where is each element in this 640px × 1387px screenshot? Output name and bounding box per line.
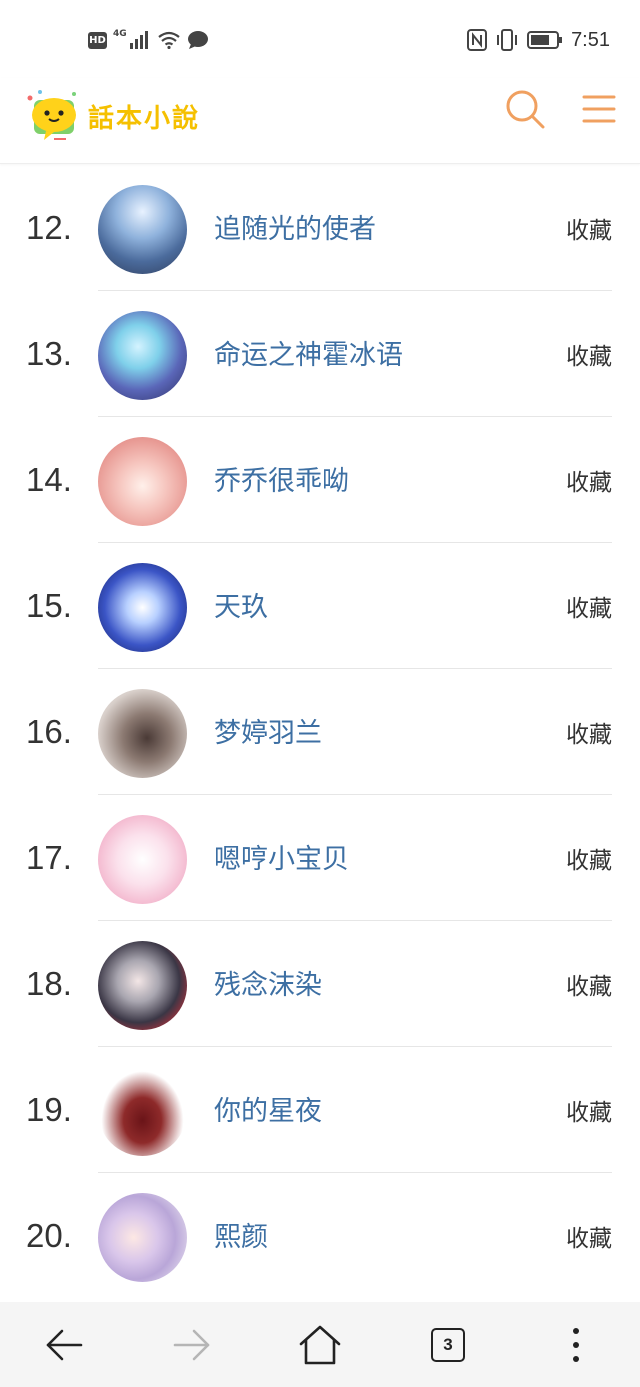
forward-button[interactable]: [169, 1322, 215, 1368]
favorite-button[interactable]: 收藏: [566, 1093, 612, 1127]
search-icon: [506, 90, 545, 129]
favorite-button[interactable]: 收藏: [566, 1219, 612, 1253]
ranking-list: 12. 追随光的使者 收藏 13. 命运之神霍冰语 收藏 14. 乔乔很乖呦 收…: [0, 165, 640, 1299]
user-name-link[interactable]: 天玖: [214, 585, 268, 624]
signal-icon: [129, 31, 148, 49]
rank-number: 12.: [26, 209, 72, 246]
tabs-icon: 3: [431, 1328, 465, 1362]
list-item[interactable]: 15. 天玖 收藏: [0, 543, 640, 669]
rank-number: 20.: [26, 1217, 72, 1254]
rank-number: 16.: [26, 713, 72, 750]
forward-arrow-icon: [173, 1329, 210, 1361]
avatar[interactable]: [98, 563, 187, 652]
user-name-link[interactable]: 追随光的使者: [214, 207, 376, 246]
network-type: 4G: [113, 29, 127, 39]
status-right: 7:51: [467, 26, 610, 54]
rank-number: 18.: [26, 965, 72, 1002]
more-vertical-icon: [573, 1328, 579, 1362]
chat-bubble-icon: [187, 31, 208, 49]
rank-number: 14.: [26, 461, 72, 498]
avatar[interactable]: [98, 1193, 187, 1282]
more-button[interactable]: [553, 1322, 599, 1368]
user-name-link[interactable]: 你的星夜: [214, 1089, 322, 1128]
app-header: 話本小說: [0, 78, 640, 164]
status-bar: HD 4G 7:51: [0, 0, 640, 78]
avatar[interactable]: [98, 941, 187, 1030]
rank-number: 19.: [26, 1091, 72, 1128]
list-item[interactable]: 14. 乔乔很乖呦 收藏: [0, 417, 640, 543]
list-item[interactable]: 19. 你的星夜 收藏: [0, 1047, 640, 1173]
list-item[interactable]: 16. 梦婷羽兰 收藏: [0, 669, 640, 795]
favorite-button[interactable]: 收藏: [566, 463, 612, 497]
rank-number: 15.: [26, 587, 72, 624]
favorite-button[interactable]: 收藏: [566, 715, 612, 749]
favorite-button[interactable]: 收藏: [566, 337, 612, 371]
battery-icon: [527, 31, 563, 49]
user-name-link[interactable]: 嗯哼小宝贝: [214, 837, 349, 876]
status-left: HD 4G: [88, 28, 209, 52]
user-name-link[interactable]: 熙颜: [214, 1215, 268, 1254]
nfc-icon: [467, 29, 488, 51]
list-item[interactable]: 20. 熙颜 收藏: [0, 1173, 640, 1299]
avatar[interactable]: [98, 1067, 187, 1156]
tabs-button[interactable]: 3: [425, 1322, 471, 1368]
avatar[interactable]: [98, 815, 187, 904]
avatar[interactable]: [98, 311, 187, 400]
logo-mascot-icon: [27, 90, 76, 140]
clock: 7:51: [571, 28, 610, 51]
favorite-button[interactable]: 收藏: [566, 967, 612, 1001]
hd-badge: HD: [88, 31, 107, 49]
list-item[interactable]: 17. 嗯哼小宝贝 收藏: [0, 795, 640, 921]
back-button[interactable]: [41, 1322, 87, 1368]
rank-number: 13.: [26, 335, 72, 372]
menu-icon: [582, 95, 616, 123]
list-item[interactable]: 18. 残念沫染 收藏: [0, 921, 640, 1047]
user-name-link[interactable]: 乔乔很乖呦: [214, 459, 349, 498]
wifi-icon: [157, 31, 180, 49]
browser-bottom-nav: 3: [0, 1302, 640, 1387]
home-icon: [299, 1325, 341, 1365]
favorite-button[interactable]: 收藏: [566, 589, 612, 623]
favorite-button[interactable]: 收藏: [566, 211, 612, 245]
vibrate-icon: [497, 29, 518, 51]
home-button[interactable]: [297, 1322, 343, 1368]
favorite-button[interactable]: 收藏: [566, 841, 612, 875]
user-name-link[interactable]: 梦婷羽兰: [214, 711, 322, 750]
user-name-link[interactable]: 残念沫染: [214, 963, 322, 1002]
search-button[interactable]: [502, 86, 548, 132]
logo-text: 話本小說: [88, 104, 201, 134]
back-arrow-icon: [46, 1329, 83, 1361]
list-item[interactable]: 12. 追随光的使者 收藏: [0, 165, 640, 291]
rank-number: 17.: [26, 839, 72, 876]
list-item[interactable]: 13. 命运之神霍冰语 收藏: [0, 291, 640, 417]
menu-button[interactable]: [576, 86, 622, 132]
avatar[interactable]: [98, 185, 187, 274]
app-logo[interactable]: 話本小說: [24, 84, 224, 144]
avatar[interactable]: [98, 689, 187, 778]
user-name-link[interactable]: 命运之神霍冰语: [214, 333, 403, 372]
avatar[interactable]: [98, 437, 187, 526]
